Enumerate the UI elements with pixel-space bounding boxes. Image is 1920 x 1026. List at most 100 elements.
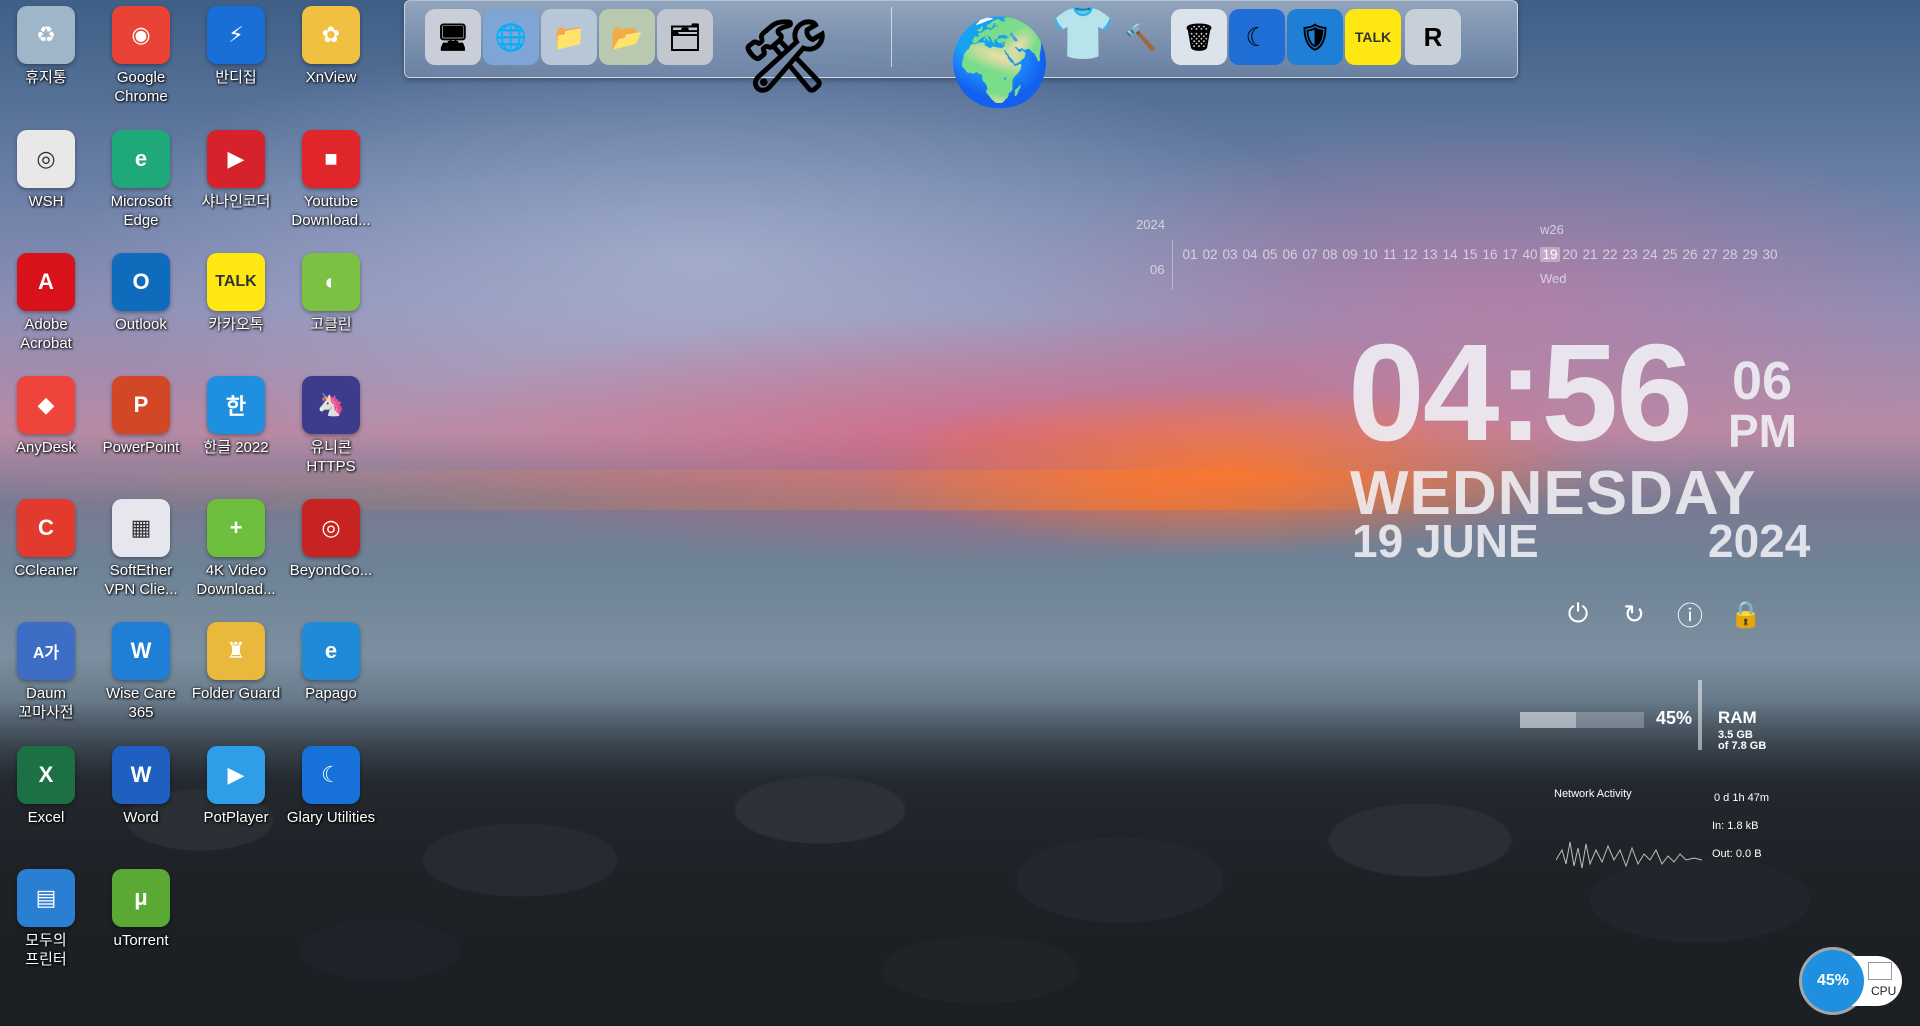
ram-total: of 7.8 GB — [1718, 740, 1767, 752]
dock-kakaotalk-dock-icon[interactable]: TALK — [1345, 9, 1401, 65]
calendar-day: 19 — [1540, 247, 1560, 262]
dock-trash-bin-icon[interactable]: 🗑 — [1171, 9, 1227, 65]
network-uptime: 0 d 1h 47m — [1714, 792, 1770, 804]
dock-moon-icon[interactable]: ☾ — [1229, 9, 1285, 65]
desktop-icon-label: PotPlayer — [203, 809, 269, 826]
calendar-day: 30 — [1762, 247, 1778, 262]
desktop-icon-unicorn-https[interactable]: 🦄 유니콘 HTTPS — [285, 370, 377, 488]
restart-icon[interactable]: ↻ — [1616, 596, 1652, 632]
desktop-icon-label: Wise Care 365 — [105, 685, 176, 721]
dock-wise-shield-icon[interactable]: 🛡 — [1287, 9, 1343, 65]
dock-hammer-icon[interactable]: 🔨 — [1113, 9, 1169, 65]
outlook-icon: O — [112, 253, 170, 311]
desktop-icon-softether[interactable]: ▦ SoftEther VPN Clie... — [95, 493, 187, 611]
desktop-icon-edge[interactable]: e Microsoft Edge — [95, 124, 187, 242]
lock-icon[interactable]: 🔒 — [1728, 596, 1764, 632]
4k-video-downloader-icon: + — [207, 499, 265, 557]
desktop-icon-shana-encoder[interactable]: ▶ 샤나인코더 — [190, 124, 282, 242]
calendar-day: 20 — [1562, 247, 1578, 262]
desktop-icon-grid: ♻ 휴지통 ◉ Google Chrome ⚡ 반디집 ✿ XnView ◎ WSH e Micros… — [0, 0, 380, 1000]
desktop-icon-potplayer[interactable]: ▶ PotPlayer — [190, 740, 282, 858]
desktop-icon-wsh-file[interactable]: ◎ WSH — [0, 124, 92, 242]
desktop-icon-daum-dictionary[interactable]: A가 Daum 꼬마사전 — [0, 616, 92, 734]
calendar-day: 29 — [1742, 247, 1758, 262]
desktop-icon-excel[interactable]: X Excel — [0, 740, 92, 858]
desktop-icon-label: 유니콘 HTTPS — [306, 439, 356, 475]
desktop-icon-wise-care[interactable]: W Wise Care 365 — [95, 616, 187, 734]
desktop-icon-papago[interactable]: e Papago — [285, 616, 377, 734]
power-icon[interactable]: ⏻ — [1560, 596, 1596, 632]
desktop-icon-kakaotalk[interactable]: TALK 카카오톡 — [190, 247, 282, 365]
calendar-day: 01 — [1182, 247, 1198, 262]
desktop-icon-powerpoint[interactable]: P PowerPoint — [95, 370, 187, 488]
cpu-monitor-icon — [1868, 962, 1892, 980]
desktop-icon-4k-video-downloader[interactable]: +4K Video Download... — [190, 493, 282, 611]
clock-year: 2024 — [1708, 515, 1811, 567]
calendar-days: 01 02 03 04 05 06 07 08 09 10 11 12 13 14 15 16 17 40 19 20… — [1180, 247, 1780, 262]
desktop-icon-anydesk[interactable]: ◆ AnyDesk — [0, 370, 92, 488]
kakaotalk-icon: TALK — [207, 253, 265, 311]
dock-documents-folder-icon[interactable]: 📂 — [599, 9, 655, 65]
desktop-icon-xnview[interactable]: ✿ XnView — [285, 0, 377, 118]
ram-divider — [1698, 680, 1702, 750]
cpu-label: CPU — [1871, 984, 1897, 998]
desktop-icon-label: Word — [123, 809, 159, 826]
calendar-day: 07 — [1302, 247, 1318, 262]
xnview-icon: ✿ — [302, 6, 360, 64]
acrobat-icon: A — [17, 253, 75, 311]
desktop-icon-chrome[interactable]: ◉ Google Chrome — [95, 0, 187, 118]
dock-globe-icon[interactable]: 🌍 — [945, 7, 1055, 117]
dock-tshirt-icon[interactable]: 👕 — [1051, 5, 1116, 63]
desktop-icon-label: 고클린 — [310, 316, 352, 333]
unicorn-https-icon: 🦄 — [302, 376, 360, 434]
desktop-icon-label: uTorrent — [113, 932, 169, 949]
desktop-icon-modu-printer[interactable]: ▤ 모두의 프린터 — [0, 863, 92, 981]
desktop-icon-acrobat[interactable]: A Adobe Acrobat — [0, 247, 92, 365]
desktop-icon-utorrent[interactable]: μ uTorrent — [95, 863, 187, 981]
dock-folder-icon[interactable]: 📁 — [541, 9, 597, 65]
dock-restore-icon[interactable]: R — [1405, 9, 1461, 65]
dock-tools-icon[interactable]: 🛠 — [735, 7, 835, 107]
desktop-icon-label: Glary Utilities — [286, 809, 376, 826]
wsh-file-icon: ◎ — [17, 130, 75, 188]
desktop-icon-label: 샤나인코더 — [201, 193, 271, 210]
calendar-day: 25 — [1662, 247, 1678, 262]
desktop-icon-youtube-downloader[interactable]: ■ Youtube Download... — [285, 124, 377, 242]
calendar-day: 09 — [1342, 247, 1358, 262]
calendar-month: 06 — [1150, 262, 1165, 277]
calendar-year: 2024 — [1136, 217, 1165, 232]
calendar-day: 14 — [1442, 247, 1458, 262]
desktop-icon-label: Folder Guard — [191, 685, 281, 702]
dock-computer-icon[interactable]: 🖥 — [425, 9, 481, 65]
desktop-icon-beyond-compare[interactable]: ◎ BeyondCo... — [285, 493, 377, 611]
desktop-icon-goclean[interactable]: ◐ 고클린 — [285, 247, 377, 365]
desktop-icon-outlook[interactable]: O Outlook — [95, 247, 187, 365]
desktop-icon-label: 모두의 프린터 — [25, 932, 67, 968]
calendar-day: 08 — [1322, 247, 1338, 262]
desktop-icon-ccleaner[interactable]: C CCleaner — [0, 493, 92, 611]
desktop-icon-glary-utilities[interactable]: ☾ Glary Utilities — [285, 740, 377, 858]
wise-care-icon: W — [112, 622, 170, 680]
clock-seconds: 06 — [1732, 351, 1793, 411]
calendar-day: 11 — [1382, 247, 1397, 262]
glary-utilities-icon: ☾ — [302, 746, 360, 804]
desktop-icon-label: 휴지통 — [25, 69, 67, 86]
calendar-day: 04 — [1242, 247, 1258, 262]
desktop-icon-label: Daum 꼬마사전 — [18, 685, 74, 721]
cpu-percent[interactable]: 45% — [1802, 950, 1864, 1012]
potplayer-icon: ▶ — [207, 746, 265, 804]
ram-details: 3.5 GB of 7.8 GB — [1718, 730, 1766, 752]
chrome-icon: ◉ — [112, 6, 170, 64]
desktop-icon-hangul[interactable]: 한 한글 2022 — [190, 370, 282, 488]
desktop-icon-folder-guard[interactable]: ♜ Folder Guard — [190, 616, 282, 734]
calendar-day: 13 — [1422, 247, 1438, 262]
desktop-icon-label: 반디집 — [215, 69, 257, 86]
edge-icon: e — [112, 130, 170, 188]
folder-guard-icon: ♜ — [207, 622, 265, 680]
dock-pictures-folder-icon[interactable]: 🗂 — [657, 9, 713, 65]
desktop-icon-bandizip[interactable]: ⚡ 반디집 — [190, 0, 282, 118]
shutdown-info-icon[interactable]: ⓘ — [1672, 596, 1708, 632]
dock-network-globe-icon[interactable]: 🌐 — [483, 9, 539, 65]
desktop-icon-recycle-bin[interactable]: ♻ 휴지통 — [0, 0, 92, 118]
desktop-icon-word[interactable]: W Word — [95, 740, 187, 858]
